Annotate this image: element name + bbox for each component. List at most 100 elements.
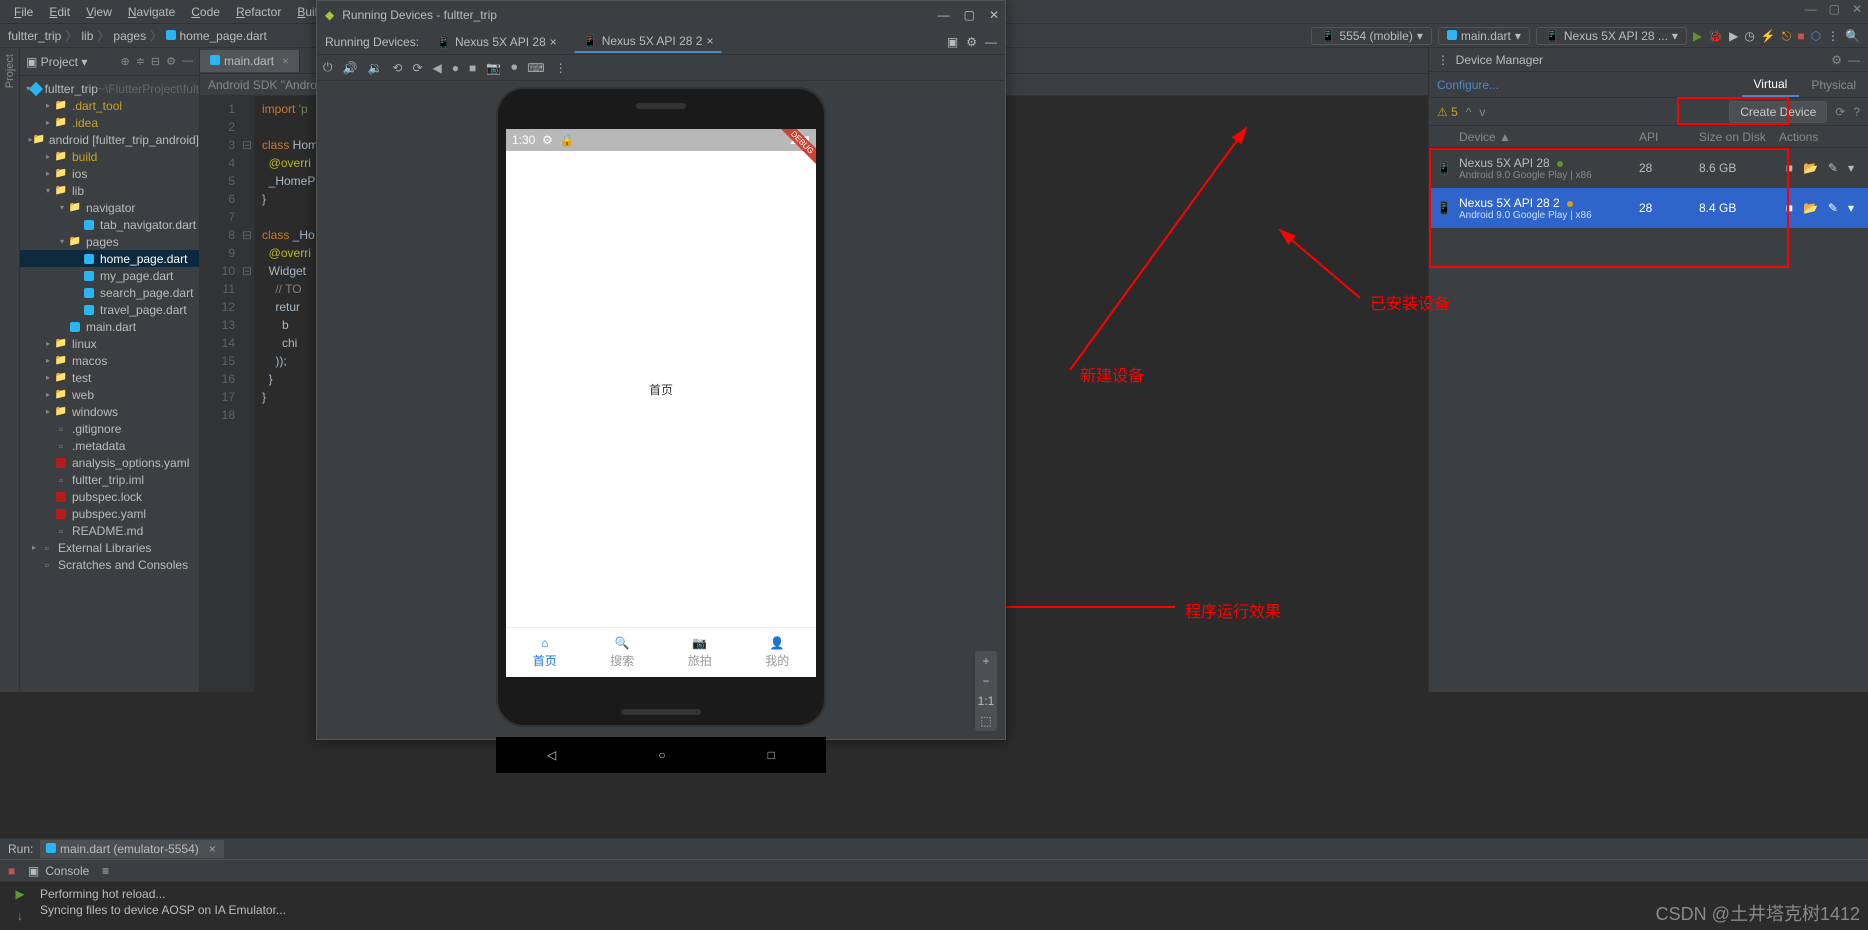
- create-device-button[interactable]: Create Device: [1729, 101, 1827, 123]
- tree-row[interactable]: Scratches and Consoles: [20, 556, 199, 573]
- rotate-left-icon[interactable]: ⟲: [392, 61, 402, 75]
- settings-icon[interactable]: ⚙: [966, 35, 977, 49]
- menu-view[interactable]: View: [78, 3, 120, 21]
- phone-screen[interactable]: 1:30 ⚙ 🔒 ▲ ▮ DEBUG 首页 ⌂首页🔍搜索📷旅拍👤我的: [506, 129, 816, 677]
- minimize-icon[interactable]: —: [938, 8, 950, 22]
- keyboard-icon[interactable]: ⌨: [527, 61, 544, 75]
- tree-row[interactable]: analysis_options.yaml: [20, 454, 199, 471]
- overview-icon[interactable]: □: [768, 748, 775, 762]
- device-row[interactable]: 📱Nexus 5X API 28 Android 9.0 Google Play…: [1429, 148, 1868, 188]
- tree-row[interactable]: ▸web: [20, 386, 199, 403]
- help-icon[interactable]: ?: [1853, 105, 1860, 119]
- run-icon[interactable]: ▶: [15, 886, 24, 902]
- hide-icon[interactable]: —: [1848, 53, 1860, 67]
- nav-item[interactable]: ⌂首页: [506, 628, 584, 677]
- volume-up-icon[interactable]: 🔊: [343, 61, 358, 75]
- close-icon[interactable]: ✕: [1852, 2, 1862, 16]
- tree-row[interactable]: ▸macos: [20, 352, 199, 369]
- settings-icon[interactable]: ⚙: [1831, 53, 1842, 67]
- menu-code[interactable]: Code: [183, 3, 228, 21]
- breadcrumb[interactable]: lib: [81, 29, 93, 43]
- breadcrumb[interactable]: pages: [113, 29, 146, 43]
- maximize-icon[interactable]: ▢: [1829, 2, 1840, 16]
- more-icon[interactable]: ⋮: [1827, 29, 1839, 43]
- more-icon[interactable]: ▾: [1848, 161, 1854, 175]
- menu-edit[interactable]: Edit: [41, 3, 78, 21]
- volume-down-icon[interactable]: 🔉: [367, 61, 382, 75]
- zoom-control[interactable]: + − 1:1 ⬚: [975, 651, 997, 731]
- tab-physical[interactable]: Physical: [1799, 74, 1868, 96]
- tree-row[interactable]: travel_page.dart: [20, 301, 199, 318]
- menu-navigate[interactable]: Navigate: [120, 3, 183, 21]
- tree-row[interactable]: ▾pages: [20, 233, 199, 250]
- settings-icon[interactable]: ⚙: [166, 55, 176, 68]
- tree-row[interactable]: ▾fultter_trip ~\FlutterProject\fult: [20, 80, 199, 97]
- nav-item[interactable]: 👤我的: [739, 628, 817, 677]
- minimize-icon[interactable]: —: [1805, 2, 1817, 16]
- tree-row[interactable]: ▸.dart_tool: [20, 97, 199, 114]
- system-nav[interactable]: ◁ ○ □: [496, 737, 826, 773]
- tree-row[interactable]: pubspec.yaml: [20, 505, 199, 522]
- emulator-tab[interactable]: 📱 Nexus 5X API 28 ×: [427, 31, 566, 53]
- tree-row[interactable]: my_page.dart: [20, 267, 199, 284]
- menu-refactor[interactable]: Refactor: [228, 3, 289, 21]
- breadcrumb[interactable]: home_page.dart: [166, 29, 267, 43]
- editor-tab[interactable]: main.dart ×: [200, 50, 300, 72]
- folder-icon[interactable]: 📂: [1803, 201, 1818, 215]
- zoom-in-icon[interactable]: +: [982, 651, 989, 671]
- tree-row[interactable]: main.dart: [20, 318, 199, 335]
- project-tab[interactable]: Project: [4, 54, 16, 88]
- stop-icon[interactable]: ■: [1786, 201, 1793, 215]
- tree-row[interactable]: tab_navigator.dart: [20, 216, 199, 233]
- tab-virtual[interactable]: Virtual: [1742, 73, 1800, 97]
- run-tab[interactable]: main.dart (emulator-5554): [40, 840, 224, 858]
- device-row[interactable]: 📱Nexus 5X API 28 2 Android 9.0 Google Pl…: [1429, 188, 1868, 228]
- tree-row[interactable]: .metadata: [20, 437, 199, 454]
- tree-row[interactable]: ▸windows: [20, 403, 199, 420]
- devtools-icon[interactable]: ⬡: [1811, 29, 1821, 43]
- more-icon[interactable]: ⋮: [555, 61, 567, 75]
- overview-icon[interactable]: ■: [469, 61, 476, 75]
- tree-row[interactable]: ▸.idea: [20, 114, 199, 131]
- stop-icon[interactable]: ■: [1797, 29, 1804, 43]
- breadcrumb[interactable]: fultter_trip: [8, 29, 61, 43]
- tree-row[interactable]: search_page.dart: [20, 284, 199, 301]
- refresh-icon[interactable]: ⟳: [1835, 105, 1845, 119]
- stop-icon[interactable]: ■: [1786, 161, 1793, 175]
- hide-icon[interactable]: —: [182, 55, 193, 68]
- collapse-icon[interactable]: ⊟: [151, 55, 160, 68]
- step-icon[interactable]: ↓: [17, 908, 23, 924]
- tree-row[interactable]: ▸build: [20, 148, 199, 165]
- tree-row[interactable]: .gitignore: [20, 420, 199, 437]
- emulator-tab[interactable]: 📱 Nexus 5X API 28 2 ×: [574, 30, 723, 53]
- tree-row[interactable]: ▸External Libraries: [20, 539, 199, 556]
- edit-icon[interactable]: ✎: [1828, 201, 1838, 215]
- screenshot-icon[interactable]: 📷: [486, 61, 501, 75]
- attach-icon[interactable]: ⎋: [1782, 29, 1792, 44]
- fold-gutter[interactable]: ⊟⊟⊟: [242, 96, 254, 692]
- folder-icon[interactable]: 📂: [1803, 161, 1818, 175]
- back-icon[interactable]: ◀: [433, 61, 442, 75]
- tree-row[interactable]: pubspec.lock: [20, 488, 199, 505]
- nav-item[interactable]: 🔍搜索: [584, 628, 662, 677]
- tree-row[interactable]: ▸ios: [20, 165, 199, 182]
- profile-icon[interactable]: ◷: [1744, 29, 1754, 43]
- rerun-icon[interactable]: ■: [8, 864, 15, 878]
- tree-row[interactable]: ▾lib: [20, 182, 199, 199]
- rotate-right-icon[interactable]: ⟳: [412, 61, 422, 75]
- run-config-selector[interactable]: main.dart ▾: [1438, 27, 1530, 45]
- zoom-ratio[interactable]: 1:1: [978, 691, 995, 711]
- target-device[interactable]: 📱 Nexus 5X API 28 ... ▾: [1536, 27, 1687, 45]
- tree-row[interactable]: ▸android [fultter_trip_android]: [20, 131, 199, 148]
- hot-reload-icon[interactable]: ⚡: [1761, 29, 1776, 43]
- tree-row[interactable]: ▸test: [20, 369, 199, 386]
- tree-row[interactable]: ▾navigator: [20, 199, 199, 216]
- tree-row[interactable]: ▸linux: [20, 335, 199, 352]
- project-tree[interactable]: ▾fultter_trip ~\FlutterProject\fult▸.dar…: [20, 76, 199, 692]
- power-icon[interactable]: ⏻: [323, 60, 333, 75]
- bottom-nav[interactable]: ⌂首页🔍搜索📷旅拍👤我的: [506, 627, 816, 677]
- back-icon[interactable]: ◁: [547, 748, 556, 762]
- configure-link[interactable]: Configure...: [1429, 74, 1507, 96]
- home-icon[interactable]: ●: [452, 61, 459, 75]
- tree-row[interactable]: README.md: [20, 522, 199, 539]
